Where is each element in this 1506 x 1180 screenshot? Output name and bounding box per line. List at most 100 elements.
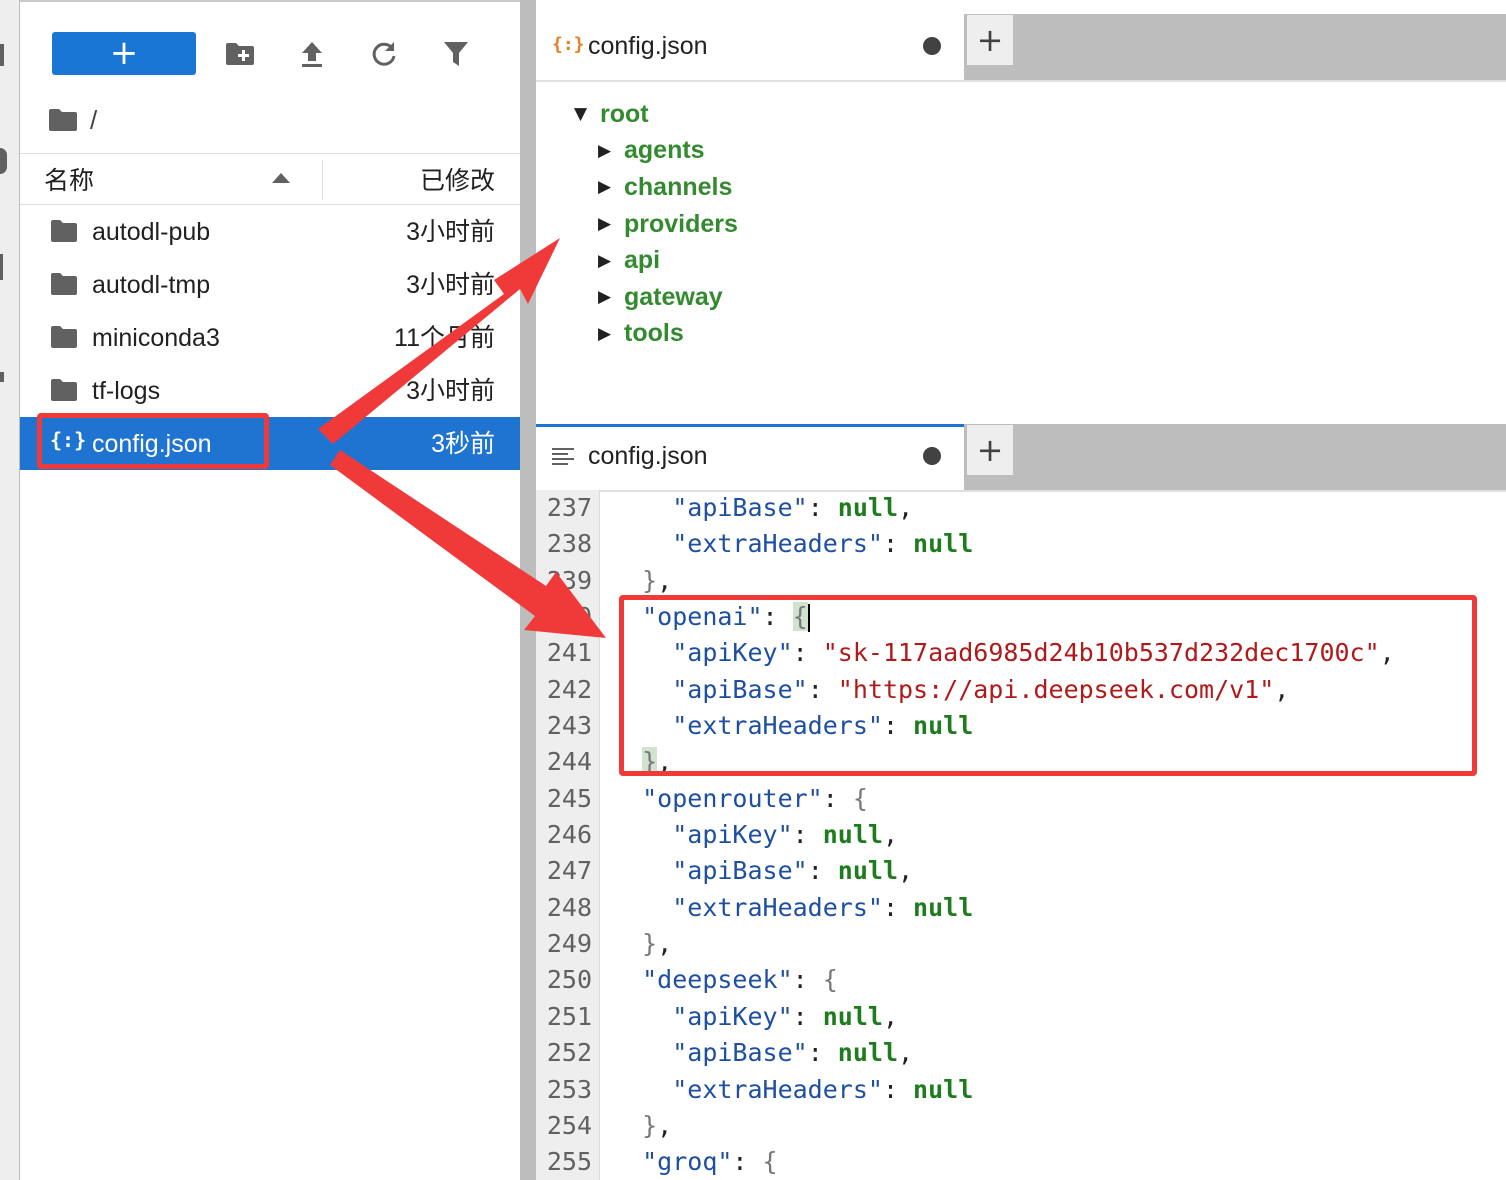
folder-icon xyxy=(51,326,77,348)
line-number: 247 xyxy=(546,856,592,886)
annotation-highlight-file xyxy=(37,413,269,469)
tab-config-json-tree[interactable]: {:} config.json xyxy=(536,14,964,80)
json-tree-pane: {:} config.json + ▼ root ▶ agents ▶ channe… xyxy=(536,0,1506,410)
tree-node[interactable]: ▶ providers xyxy=(574,206,738,243)
tree-node-label: providers xyxy=(624,209,738,238)
tree-node-label: tools xyxy=(624,319,684,348)
line-number: 239 xyxy=(546,565,592,595)
line-number-gutter: 237 238 239 240 241 242 243 244 245 246 … xyxy=(536,490,600,1180)
line-number: 237 xyxy=(546,493,592,522)
column-resize-handle[interactable] xyxy=(322,160,323,200)
activity-item-icon[interactable] xyxy=(0,148,7,174)
breadcrumb-path[interactable]: / xyxy=(90,105,97,136)
code-line: }, xyxy=(642,1110,673,1140)
code-line: }, xyxy=(642,929,673,959)
line-number: 240 xyxy=(546,602,592,632)
tree-node[interactable]: ▶ gateway xyxy=(574,279,738,316)
tab-bar: config.json + xyxy=(536,424,1506,490)
new-launcher-button[interactable]: + xyxy=(52,32,196,75)
caret-right-icon[interactable]: ▶ xyxy=(598,287,624,307)
file-modified: 3小时前 xyxy=(406,377,495,405)
tab-label: config.json xyxy=(588,32,708,60)
caret-right-icon[interactable]: ▶ xyxy=(598,214,624,234)
activity-item-icon[interactable] xyxy=(0,44,4,66)
tree-node[interactable]: ▶ channels xyxy=(574,169,738,206)
tab-bar-border xyxy=(536,80,1506,82)
code-line: "apiKey": null, xyxy=(672,1001,899,1031)
caret-right-icon[interactable]: ▶ xyxy=(598,177,624,197)
folder-icon xyxy=(51,273,77,295)
column-header-modified[interactable]: 已修改 xyxy=(420,154,495,206)
text-file-icon xyxy=(552,448,574,465)
caret-right-icon[interactable]: ▶ xyxy=(598,324,624,344)
line-number: 252 xyxy=(546,1038,592,1068)
file-list-header: 名称 已修改 xyxy=(20,153,520,205)
json-tree: ▼ root ▶ agents ▶ channels ▶ providers ▶ api… xyxy=(574,96,738,352)
annotation-highlight-code xyxy=(619,595,1477,776)
code-content[interactable]: "apiBase": null, "extraHeaders": null },… xyxy=(612,490,1506,1180)
line-number: 241 xyxy=(546,638,592,668)
line-number: 238 xyxy=(546,529,592,559)
tree-node-label: channels xyxy=(624,172,733,201)
file-name: autodl-tmp xyxy=(92,271,211,299)
file-name: tf-logs xyxy=(92,377,161,405)
file-modified: 3秒前 xyxy=(431,430,495,458)
add-tab-button[interactable]: + xyxy=(966,424,1014,476)
caret-right-icon[interactable]: ▶ xyxy=(598,251,624,271)
unsaved-dot-icon[interactable] xyxy=(923,37,941,55)
tab-config-json-editor[interactable]: config.json xyxy=(536,424,964,490)
breadcrumb: / xyxy=(48,100,97,140)
file-name: autodl-pub xyxy=(92,218,211,246)
folder-icon xyxy=(51,220,77,242)
code-line: }, xyxy=(642,565,673,595)
folder-icon xyxy=(51,379,77,401)
line-number: 254 xyxy=(546,1110,592,1140)
file-row[interactable]: autodl-pub 3小时前 xyxy=(20,205,520,258)
tree-node[interactable]: ▶ api xyxy=(574,242,738,279)
file-name: miniconda3 xyxy=(92,324,220,352)
add-tab-button[interactable]: + xyxy=(966,14,1014,66)
file-row[interactable]: autodl-tmp 3小时前 xyxy=(20,258,520,311)
tree-node[interactable]: ▶ tools xyxy=(574,316,738,353)
line-number: 255 xyxy=(546,1147,592,1177)
activity-item-icon[interactable] xyxy=(0,254,3,280)
line-number: 243 xyxy=(546,711,592,741)
upload-icon[interactable] xyxy=(292,34,332,74)
file-row[interactable]: miniconda3 11个月前 xyxy=(20,311,520,364)
line-number: 253 xyxy=(546,1074,592,1104)
unsaved-dot-icon[interactable] xyxy=(923,447,941,465)
file-browser: + / 名称 已修改 autodl-pub 3小时前 autodl-tmp 3小… xyxy=(20,0,520,1180)
refresh-icon[interactable] xyxy=(364,34,404,74)
tree-node-root[interactable]: ▼ root xyxy=(574,96,738,133)
file-modified: 11个月前 xyxy=(394,324,495,352)
tree-node-label: api xyxy=(624,246,661,275)
code-line: "apiBase": null, xyxy=(672,493,914,522)
code-line: "extraHeaders": null xyxy=(672,892,974,922)
line-number: 245 xyxy=(546,783,592,813)
filter-icon[interactable] xyxy=(436,34,476,74)
folder-icon[interactable] xyxy=(48,108,78,132)
sort-ascending-icon[interactable] xyxy=(272,173,290,183)
code-line: "groq": { xyxy=(642,1147,778,1177)
tree-node-label: agents xyxy=(624,136,705,165)
tree-node[interactable]: ▶ agents xyxy=(574,133,738,170)
caret-right-icon[interactable]: ▶ xyxy=(598,141,624,161)
caret-down-icon[interactable]: ▼ xyxy=(574,104,600,124)
file-row[interactable]: tf-logs 3小时前 xyxy=(20,364,520,417)
tree-node-label: gateway xyxy=(624,282,723,311)
column-header-name[interactable]: 名称 xyxy=(44,154,94,206)
activity-item-icon[interactable] xyxy=(0,372,4,382)
line-number: 249 xyxy=(546,929,592,959)
panel-splitter[interactable] xyxy=(520,0,536,1180)
line-number: 244 xyxy=(546,747,592,777)
code-line: "extraHeaders": null xyxy=(672,529,974,559)
json-file-icon: {:} xyxy=(552,34,585,55)
file-modified: 3小时前 xyxy=(406,271,495,299)
code-line: "apiBase": null, xyxy=(672,1038,914,1068)
tab-bar: {:} config.json + xyxy=(536,14,1506,80)
line-number: 246 xyxy=(546,820,592,850)
line-number: 242 xyxy=(546,674,592,704)
code-line: "openrouter": { xyxy=(642,783,868,813)
new-folder-icon[interactable] xyxy=(220,34,260,74)
file-browser-toolbar: + xyxy=(20,2,520,102)
